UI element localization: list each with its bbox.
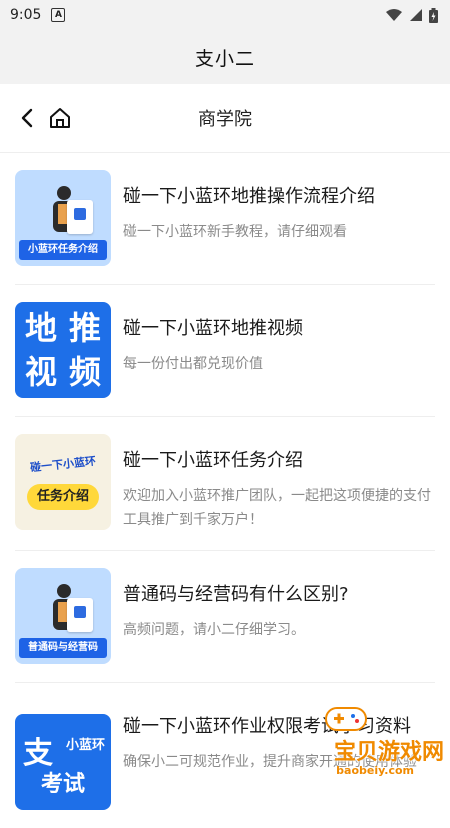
- thumbnail-small-text: 小蓝环: [65, 738, 105, 753]
- list-item[interactable]: 小蓝环任务介绍 碰一下小蓝环地推操作流程介绍 碰一下小蓝环新手教程，请仔细观看: [15, 153, 435, 285]
- thumbnail-char: 频: [68, 353, 101, 391]
- item-subtitle: 欢迎加入小蓝环推广团队，一起把这项便捷的支付工具推广到千家万户！: [123, 488, 431, 528]
- item-texts: 碰一下小蓝环地推操作流程介绍 碰一下小蓝环新手教程，请仔细观看: [123, 170, 435, 244]
- thumbnail-pill: 任务介绍: [27, 484, 99, 510]
- thumbnail-heading: 碰一下小蓝环: [29, 454, 97, 475]
- watermark: 宝贝游戏网 baobeiy.com: [296, 700, 444, 794]
- list-item[interactable]: 普通码与经营码 普通码与经营码有什么区别? 高频问题，请小二仔细学习。: [15, 551, 435, 683]
- app-bar: 支小二: [0, 30, 450, 84]
- thumbnail-banner: 小蓝环任务介绍: [19, 240, 107, 260]
- home-icon[interactable]: [48, 106, 72, 130]
- watermark-url: baobeiy.com: [336, 764, 414, 777]
- app-title: 支小二: [194, 47, 255, 70]
- thumbnail-char: 推: [68, 309, 101, 347]
- status-bar: 9:05 A: [0, 0, 450, 30]
- thumbnail-char: 地: [24, 309, 57, 347]
- course-thumbnail: 地 推 视 频: [15, 302, 111, 398]
- watermark-text: 宝贝游戏网: [333, 740, 444, 765]
- course-thumbnail: 支 小蓝环 考试: [15, 714, 111, 810]
- item-title: 普通码与经营码有什么区别?: [123, 584, 349, 605]
- item-texts: 碰一下小蓝环任务介绍 欢迎加入小蓝环推广团队，一起把这项便捷的支付工具推广到千家…: [123, 434, 435, 532]
- course-thumbnail: 小蓝环任务介绍: [15, 170, 111, 266]
- item-title: 碰一下小蓝环地推操作流程介绍: [123, 186, 375, 207]
- thumbnail-char: 视: [24, 353, 57, 391]
- card-illustration: [67, 598, 93, 632]
- item-texts: 碰一下小蓝环地推视频 每一份付出都兑现价值: [123, 302, 435, 376]
- item-subtitle: 碰一下小蓝环新手教程，请仔细观看: [123, 224, 347, 240]
- item-title: 碰一下小蓝环任务介绍: [123, 450, 303, 471]
- gamepad-icon: [325, 707, 367, 731]
- status-time: 9:05: [10, 7, 42, 23]
- list-item[interactable]: 地 推 视 频 碰一下小蓝环地推视频 每一份付出都兑现价值: [15, 285, 435, 417]
- notification-icon: A: [51, 8, 66, 22]
- back-arrow-icon[interactable]: [16, 106, 40, 130]
- wifi-icon: [386, 9, 402, 21]
- item-title: 碰一下小蓝环地推视频: [123, 318, 303, 339]
- battery-icon: [429, 7, 438, 23]
- item-texts: 普通码与经营码有什么区别? 高频问题，请小二仔细学习。: [123, 568, 435, 642]
- thumbnail-bottom-text: 考试: [40, 772, 85, 797]
- thumbnail-banner: 普通码与经营码: [19, 638, 107, 658]
- signal-icon: [410, 9, 422, 21]
- course-thumbnail: 普通码与经营码: [15, 568, 111, 664]
- course-thumbnail: 碰一下小蓝环 任务介绍: [15, 434, 111, 530]
- card-illustration: [67, 200, 93, 234]
- item-subtitle: 每一份付出都兑现价值: [123, 356, 263, 372]
- nav-bar: 商学院: [0, 84, 450, 153]
- status-icons: [385, 7, 438, 23]
- item-subtitle: 高频问题，请小二仔细学习。: [123, 622, 305, 638]
- list-item[interactable]: 碰一下小蓝环 任务介绍 碰一下小蓝环任务介绍 欢迎加入小蓝环推广团队，一起把这项…: [15, 417, 435, 551]
